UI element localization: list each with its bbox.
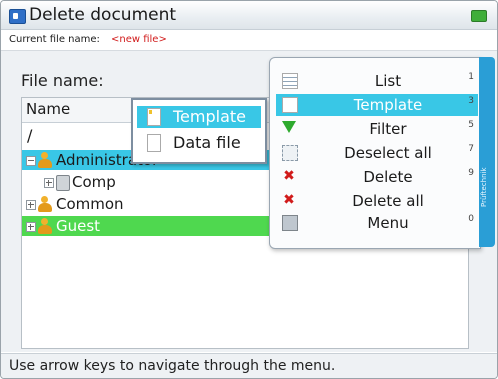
- menu-item-key: 9: [468, 168, 474, 178]
- template-icon: [147, 108, 161, 126]
- menu-item-key: 1: [468, 72, 474, 82]
- data-file-icon: [147, 134, 161, 152]
- collapse-icon[interactable]: [26, 156, 36, 166]
- menu-item-key: 0: [468, 214, 474, 224]
- file-name-label: File name:: [21, 71, 104, 90]
- deselect-icon: [282, 145, 298, 161]
- name-column-header[interactable]: Name: [26, 100, 70, 118]
- menu-item-label: List: [374, 72, 402, 90]
- menu-item-key: 3: [468, 96, 474, 106]
- tree-row-label: Common: [56, 195, 124, 213]
- menu-item-list[interactable]: List 1: [276, 70, 478, 92]
- battery-icon: [471, 10, 487, 22]
- document-icon: [282, 97, 298, 113]
- status-bar: Use arrow keys to navigate through the m…: [1, 353, 497, 378]
- filter-icon: [282, 121, 296, 133]
- app-window: Delete document Current file name: <new …: [0, 0, 498, 379]
- user-icon: [38, 196, 52, 212]
- user-icon: [38, 152, 52, 168]
- popup-item-data-file[interactable]: Data file: [137, 132, 261, 154]
- menu-item-deselect-all[interactable]: Deselect all 7: [276, 142, 478, 164]
- side-tab: Prüftechnik: [479, 57, 495, 247]
- expand-icon[interactable]: [26, 222, 36, 232]
- current-file-label: Current file name:: [9, 34, 100, 45]
- user-icon: [38, 218, 52, 234]
- menu-item-label: Filter: [369, 120, 407, 138]
- current-file-value: <new file>: [111, 34, 167, 45]
- computer-icon: [56, 175, 70, 191]
- status-text: Use arrow keys to navigate through the m…: [9, 358, 336, 374]
- expand-icon[interactable]: [44, 178, 54, 188]
- menu-item-label: Deselect all: [344, 144, 432, 162]
- popup-item-template[interactable]: Template: [137, 106, 261, 128]
- title-bar: Delete document: [1, 1, 497, 30]
- menu-item-menu[interactable]: Menu 0: [276, 212, 478, 234]
- menu-icon: [282, 215, 298, 231]
- menu-item-label: Delete all: [352, 192, 424, 210]
- menu-item-key: 5: [468, 120, 474, 130]
- window-title: Delete document: [29, 5, 177, 25]
- popup-item-label: Template: [173, 107, 247, 126]
- side-tab-label: Prüftechnik: [480, 167, 488, 207]
- menu-item-template[interactable]: Template 3: [276, 94, 478, 116]
- popup-item-label: Data file: [173, 133, 241, 152]
- menu-item-filter[interactable]: Filter 5: [276, 118, 478, 140]
- current-file-bar: Current file name: <new file>: [1, 30, 497, 51]
- new-document-popup: Template Data file: [131, 98, 267, 164]
- tree-row-label: Guest: [56, 217, 101, 235]
- root-path: /: [27, 126, 33, 145]
- delete-all-icon: ✖: [283, 192, 295, 208]
- list-icon: [282, 73, 298, 89]
- context-menu: List 1 Template 3 Filter 5 Deselect all …: [269, 57, 481, 249]
- menu-item-label: Delete: [363, 168, 413, 186]
- menu-item-delete[interactable]: ✖ Delete 9: [276, 166, 478, 188]
- menu-item-delete-all[interactable]: ✖ Delete all: [276, 190, 478, 212]
- expand-icon[interactable]: [26, 200, 36, 210]
- tree-row-label: Comp: [72, 173, 116, 191]
- delete-icon: ✖: [283, 168, 295, 184]
- menu-item-label: Menu: [367, 214, 409, 232]
- app-icon: [9, 9, 26, 24]
- menu-item-key: 7: [468, 144, 474, 154]
- menu-item-label: Template: [353, 96, 423, 114]
